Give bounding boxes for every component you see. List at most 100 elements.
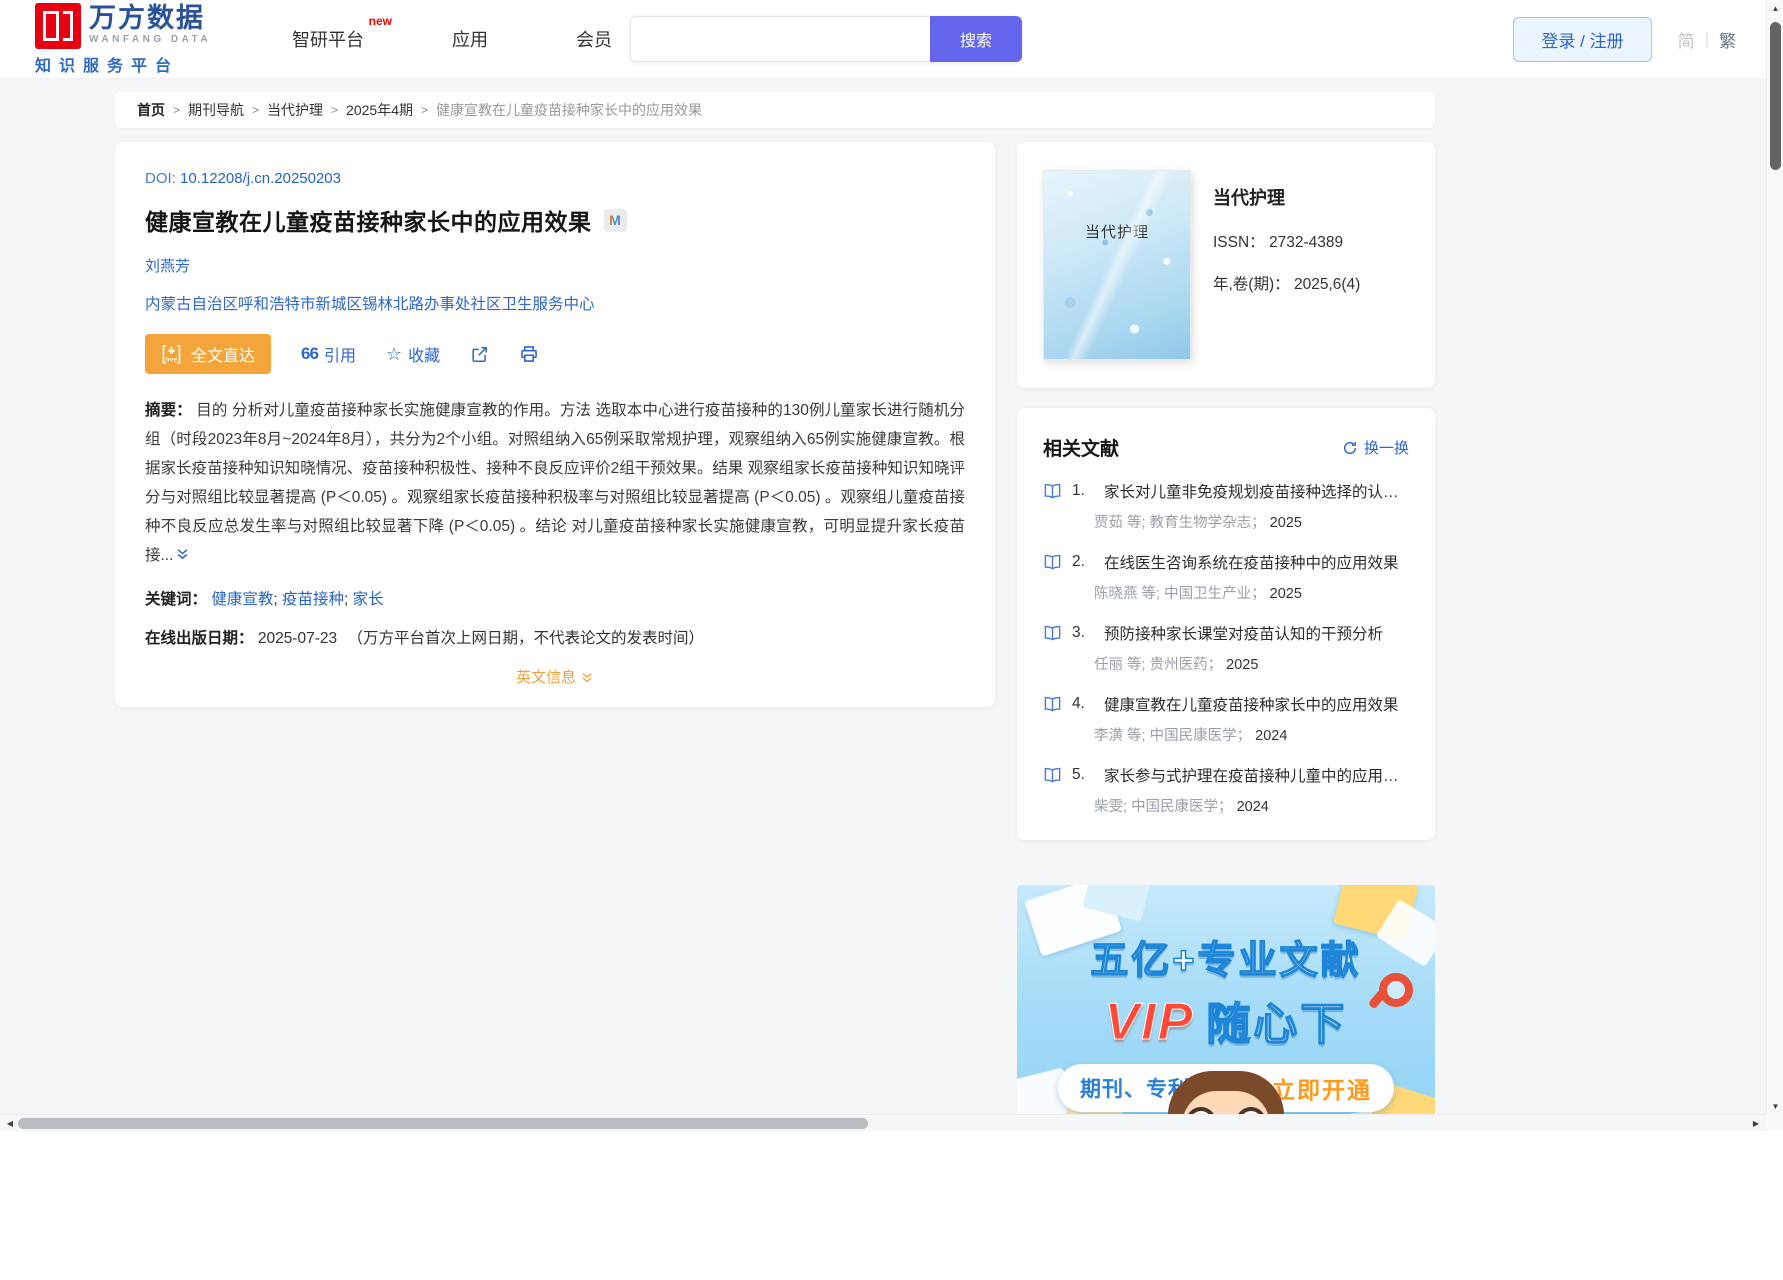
search-button[interactable]: 搜索 bbox=[930, 16, 1022, 62]
favorite-button[interactable]: ☆ 收藏 bbox=[386, 342, 440, 366]
keyword-link[interactable]: 健康宣教 bbox=[211, 591, 273, 608]
vertical-scrollbar[interactable]: ▲ ▼ bbox=[1766, 0, 1783, 1114]
related-item-title[interactable]: 家长对儿童非免疫规划疫苗接种选择的认知... bbox=[1104, 480, 1409, 502]
related-item-meta: 李潢 等; 中国民康医学； 2024 bbox=[1094, 724, 1409, 745]
share-button[interactable] bbox=[470, 345, 489, 364]
related-literature-card: 相关文献 换一换 1. 家长对儿童非免疫规划疫苗接种选择的认知... 贾茹 等;… bbox=[1017, 408, 1435, 840]
refresh-related-button[interactable]: 换一换 bbox=[1342, 437, 1409, 458]
journal-info-card: 当代护理 当代护理 ISSN： 2732-4389 年,卷(期)： 2025,6… bbox=[1017, 142, 1435, 388]
lang-simplified[interactable]: 简 bbox=[1678, 27, 1695, 52]
journal-cover-image[interactable]: 当代护理 bbox=[1043, 170, 1191, 360]
cite-button[interactable]: 66 引用 bbox=[301, 342, 356, 366]
related-item-meta: 任丽 等; 贵州医药； 2025 bbox=[1094, 653, 1409, 674]
journal-issn-row: ISSN： 2732-4389 bbox=[1213, 230, 1360, 252]
related-title: 相关文献 bbox=[1043, 439, 1120, 460]
related-item-number: 1. bbox=[1072, 482, 1085, 499]
double-chevron-down-icon bbox=[178, 549, 188, 560]
related-item-authors: 陈晓燕 等; bbox=[1094, 586, 1161, 602]
login-register-button[interactable]: 登录 / 注册 bbox=[1513, 16, 1652, 62]
doi-row: DOI: 10.12208/j.cn.20250203 bbox=[145, 170, 965, 187]
scroll-up-arrow[interactable]: ▲ bbox=[1767, 0, 1783, 16]
expand-abstract-button[interactable] bbox=[175, 543, 190, 572]
related-item-year: 2024 bbox=[1255, 728, 1288, 744]
site-header: 万方数据 WANFANG DATA 知识服务平台 智研平台 new 应用 会员 … bbox=[0, 0, 1766, 79]
new-badge: new bbox=[368, 14, 392, 28]
related-item-year: 2025 bbox=[1269, 586, 1302, 602]
journal-cover-title: 当代护理 bbox=[1084, 224, 1149, 241]
journal-name[interactable]: 当代护理 bbox=[1213, 184, 1360, 210]
vip-promo-banner[interactable]: 五亿+专业文献 VIP 随心下 期刊、专利、学位 立即开通 bbox=[1017, 885, 1435, 1114]
related-item-title[interactable]: 在线医生咨询系统在疫苗接种中的应用效果 bbox=[1104, 551, 1399, 573]
book-icon bbox=[1044, 625, 1061, 641]
related-item: 2. 在线医生咨询系统在疫苗接种中的应用效果 陈晓燕 等; 中国卫生产业； 20… bbox=[1043, 551, 1409, 603]
publish-date-row: 在线出版日期： 2025-07-23 （万方平台首次上网日期，不代表论文的发表时… bbox=[145, 626, 965, 648]
related-item-authors: 柴雯; bbox=[1094, 799, 1128, 815]
scroll-left-arrow[interactable]: ◀ bbox=[2, 1115, 18, 1132]
related-item-title[interactable]: 健康宣教在儿童疫苗接种家长中的应用效果 bbox=[1104, 693, 1399, 715]
related-item-meta: 贾茹 等; 教育生物学杂志； 2025 bbox=[1094, 511, 1409, 532]
affiliation-link[interactable]: 内蒙古自治区呼和浩特市新城区锡林北路办事处社区卫生服务中心 bbox=[145, 292, 965, 314]
doi-link[interactable]: 10.12208/j.cn.20250203 bbox=[180, 170, 341, 187]
author-row: 刘燕芳 bbox=[145, 255, 965, 276]
article-actions: free 全文直达 66 引用 ☆ 收藏 bbox=[145, 334, 965, 374]
related-item-source: 贵州医药； bbox=[1149, 657, 1223, 673]
print-icon bbox=[521, 346, 537, 362]
related-item-number: 3. bbox=[1072, 624, 1085, 641]
related-item-title[interactable]: 家长参与式护理在疫苗接种儿童中的应用效果 bbox=[1104, 764, 1409, 786]
breadcrumb-home[interactable]: 首页 bbox=[137, 100, 165, 120]
publish-date-label: 在线出版日期： bbox=[145, 630, 254, 647]
related-item: 1. 家长对儿童非免疫规划疫苗接种选择的认知... 贾茹 等; 教育生物学杂志；… bbox=[1043, 480, 1409, 532]
book-icon bbox=[1044, 554, 1061, 570]
english-info-toggle[interactable]: 英文信息 bbox=[145, 666, 965, 687]
volume-label: 年,卷(期)： bbox=[1213, 276, 1290, 293]
breadcrumb-journal[interactable]: 当代护理 bbox=[267, 100, 323, 120]
scroll-down-arrow[interactable]: ▼ bbox=[1767, 1098, 1783, 1114]
breadcrumb-separator: > bbox=[420, 102, 428, 117]
breadcrumb-journal-nav[interactable]: 期刊导航 bbox=[188, 100, 244, 120]
related-item-source: 中国民康医学； bbox=[1131, 799, 1233, 815]
wanfang-logo-icon bbox=[35, 2, 81, 49]
breadcrumb-issue[interactable]: 2025年4期 bbox=[346, 100, 413, 120]
keywords-label: 关键词： bbox=[145, 591, 208, 608]
horizontal-scrollbar[interactable]: ◀ ▶ bbox=[0, 1114, 1766, 1131]
abstract-text: 目的 分析对儿童疫苗接种家长实施健康宣教的作用。方法 选取本中心进行疫苗接种的1… bbox=[145, 402, 965, 564]
scroll-right-arrow[interactable]: ▶ bbox=[1748, 1115, 1764, 1132]
related-item-authors: 李潢 等; bbox=[1094, 728, 1146, 744]
brand-name-en: WANFANG DATA bbox=[89, 33, 212, 45]
book-icon bbox=[1044, 767, 1061, 783]
vertical-scrollbar-thumb[interactable] bbox=[1770, 22, 1781, 170]
related-item-year: 2025 bbox=[1226, 657, 1259, 673]
related-item-number: 2. bbox=[1072, 553, 1085, 570]
brand-tagline: 知识服务平台 bbox=[35, 57, 180, 75]
related-item: 5. 家长参与式护理在疫苗接种儿童中的应用效果 柴雯; 中国民康医学； 2024 bbox=[1043, 764, 1409, 816]
print-button[interactable] bbox=[519, 344, 539, 364]
fulltext-button[interactable]: free 全文直达 bbox=[145, 334, 272, 374]
related-item-number: 4. bbox=[1072, 695, 1085, 712]
journal-volume-row: 年,卷(期)： 2025,6(4) bbox=[1213, 272, 1360, 294]
breadcrumb: 首页 > 期刊导航 > 当代护理 > 2025年4期 > 健康宣教在儿童疫苗接种… bbox=[115, 91, 1435, 128]
lang-traditional[interactable]: 繁 bbox=[1719, 27, 1736, 52]
horizontal-scrollbar-thumb[interactable] bbox=[18, 1118, 868, 1129]
doi-label: DOI: bbox=[145, 170, 176, 187]
language-switch: 简 | 繁 bbox=[1678, 27, 1736, 52]
keyword-link[interactable]: 疫苗接种 bbox=[282, 591, 344, 608]
nav-item-apps[interactable]: 应用 bbox=[452, 26, 488, 52]
search-bar: 搜索 bbox=[630, 16, 1022, 62]
keyword-link[interactable]: 家长 bbox=[353, 591, 384, 608]
author-link[interactable]: 刘燕芳 bbox=[145, 258, 190, 275]
breadcrumb-current: 健康宣教在儿童疫苗接种家长中的应用效果 bbox=[436, 101, 702, 118]
cartoon-kid-illustration bbox=[1160, 1071, 1292, 1114]
search-input[interactable] bbox=[630, 16, 930, 62]
related-item-title[interactable]: 预防接种家长课堂对疫苗认知的干预分析 bbox=[1104, 622, 1383, 644]
lang-divider: | bbox=[1704, 29, 1709, 48]
related-item: 3. 预防接种家长课堂对疫苗认知的干预分析 任丽 等; 贵州医药； 2025 bbox=[1043, 622, 1409, 674]
nav-item-zhiyan[interactable]: 智研平台 new bbox=[292, 14, 392, 52]
book-icon bbox=[1044, 483, 1061, 499]
nav-item-member[interactable]: 会员 bbox=[576, 26, 612, 52]
related-list: 1. 家长对儿童非免疫规划疫苗接种选择的认知... 贾茹 等; 教育生物学杂志；… bbox=[1043, 480, 1409, 816]
browser-screenshot: 万方数据 WANFANG DATA 知识服务平台 智研平台 new 应用 会员 … bbox=[0, 0, 1783, 1280]
wanfang-logo[interactable]: 万方数据 WANFANG DATA 知识服务平台 bbox=[35, 2, 250, 76]
banner-subline: 随心下 bbox=[1206, 999, 1348, 1050]
book-icon bbox=[1044, 696, 1061, 712]
screenshot-bottom-whitespace bbox=[0, 1131, 1783, 1280]
